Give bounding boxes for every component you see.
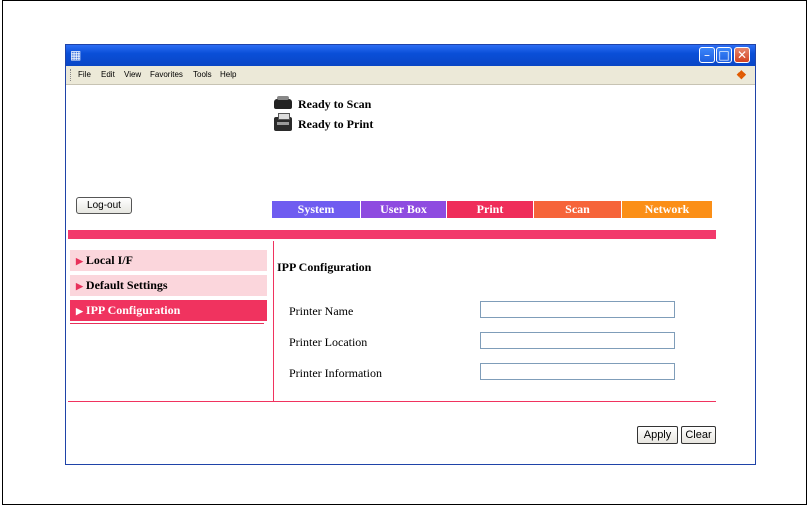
content-divider-horizontal [68, 401, 716, 402]
windows-logo-icon: ❖ [736, 68, 747, 82]
printer-information-label: Printer Information [289, 366, 382, 380]
clear-button[interactable]: Clear [681, 426, 716, 444]
print-status-text: Ready to Print [298, 116, 374, 131]
menu-edit[interactable]: Edit [101, 70, 115, 79]
nav-item-label: IPP Configuration [85, 303, 181, 317]
logout-button[interactable]: Log-out [76, 197, 132, 214]
menu-grip [70, 69, 73, 81]
arrow-right-icon: ▶ [76, 306, 83, 316]
minimize-icon[interactable]: – [699, 47, 715, 63]
ie-page-icon: ▦ [70, 48, 82, 62]
menu-favorites[interactable]: Favorites [150, 70, 183, 79]
maximize-icon[interactable]: □ [716, 47, 732, 63]
title-bar: ▦ – □ ✕ [66, 45, 755, 66]
nav-item-label: Local I/F [85, 253, 133, 267]
scan-status-text: Ready to Scan [298, 96, 372, 111]
arrow-right-icon: ▶ [76, 281, 83, 291]
printer-name-label: Printer Name [289, 304, 354, 318]
outer-frame: ▦ – □ ✕ File Edit View Favorites Tools H… [2, 0, 807, 505]
nav-item-ipp-configuration[interactable]: ▶ IPP Configuration [70, 300, 267, 321]
menu-tools[interactable]: Tools [193, 70, 212, 79]
apply-button[interactable]: Apply [637, 426, 678, 444]
tab-network[interactable]: Network [622, 201, 712, 218]
main-tabs: System User Box Print Scan Network [272, 201, 712, 218]
arrow-right-icon: ▶ [76, 256, 83, 266]
scanner-icon [274, 96, 292, 109]
tab-user-box[interactable]: User Box [361, 201, 447, 218]
printer-location-label: Printer Location [289, 335, 368, 349]
scan-status: Ready to Scan [274, 95, 371, 113]
print-status: Ready to Print [274, 113, 374, 133]
printer-name-field[interactable] [480, 301, 675, 318]
nav-underline [70, 323, 264, 324]
printer-information-field[interactable] [480, 363, 675, 380]
nav-item-local-if[interactable]: ▶ Local I/F [70, 250, 267, 271]
web-page: Ready to Scan Ready to Print Log-out Sys… [66, 85, 755, 464]
menu-view[interactable]: View [124, 70, 141, 79]
menu-bar: File Edit View Favorites Tools Help ❖ [66, 66, 755, 85]
printer-icon [274, 113, 292, 131]
menu-help[interactable]: Help [220, 70, 236, 79]
browser-window: ▦ – □ ✕ File Edit View Favorites Tools H… [65, 44, 756, 465]
left-nav: ▶ Local I/F ▶ Default Settings ▶ IPP Config… [70, 250, 267, 324]
page-title: IPP Configuration [277, 260, 372, 274]
content-divider-vertical [273, 241, 274, 401]
tab-print[interactable]: Print [447, 201, 534, 218]
close-icon[interactable]: ✕ [734, 47, 750, 63]
tab-scan[interactable]: Scan [534, 201, 622, 218]
menu-file[interactable]: File [78, 70, 91, 79]
nav-item-label: Default Settings [85, 278, 168, 292]
header-divider-bar [68, 230, 716, 239]
tab-system[interactable]: System [272, 201, 361, 218]
printer-location-field[interactable] [480, 332, 675, 349]
nav-item-default-settings[interactable]: ▶ Default Settings [70, 275, 267, 296]
